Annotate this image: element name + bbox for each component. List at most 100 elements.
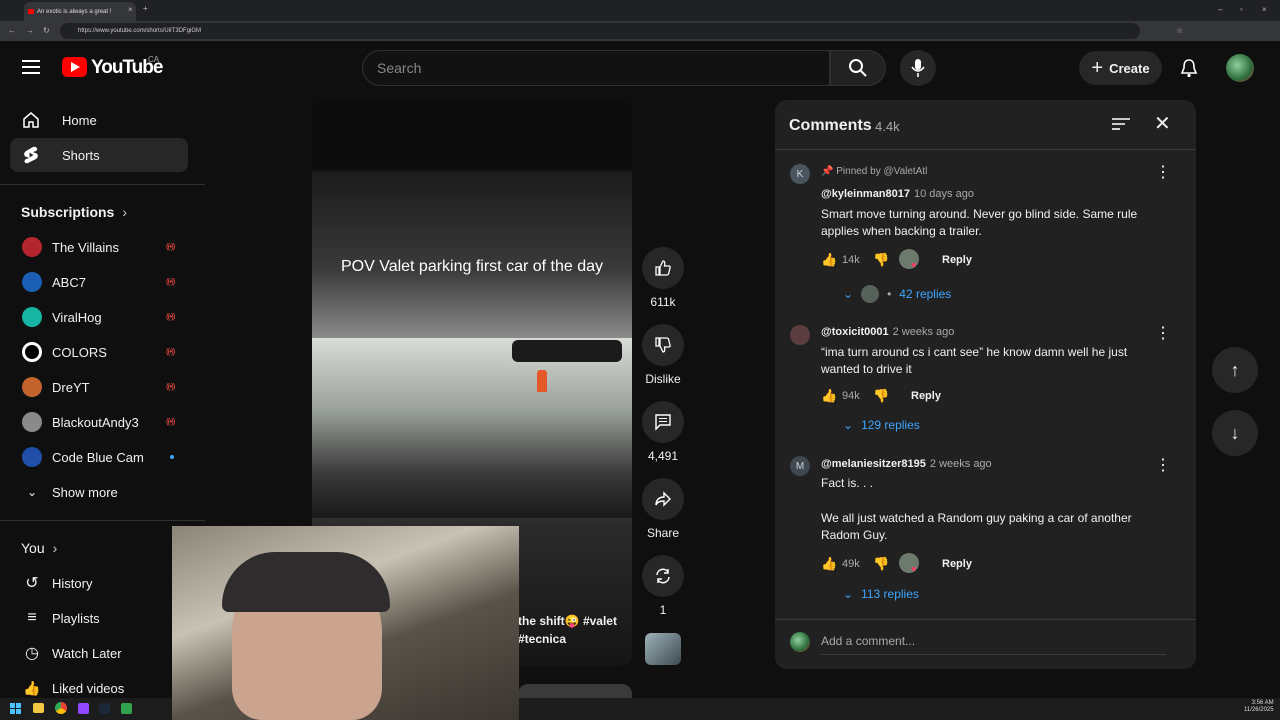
sidebar-item-history[interactable]: ↺ History (22, 568, 182, 598)
menu-icon[interactable] (22, 60, 40, 74)
comment-dislike-button[interactable]: 👎 (873, 252, 889, 268)
view-replies-button[interactable]: ⌄ 113 replies (843, 587, 919, 601)
comment-meta: @kyleinman8017 10 days ago (821, 188, 974, 200)
comments-count: 4.4k (875, 119, 900, 134)
subscription-channel[interactable]: DreYT (22, 372, 182, 402)
show-more-button[interactable]: ⌄ Show more (22, 477, 182, 507)
comment-dislike-button[interactable]: 👎 (873, 556, 889, 572)
reply-button[interactable]: Reply (942, 558, 972, 570)
subscription-channel[interactable]: ViralHog (22, 302, 182, 332)
live-indicator-icon: ((•)) (166, 417, 175, 426)
comment-icon (655, 414, 671, 431)
reload-icon[interactable]: ↻ (43, 27, 50, 35)
subscriptions-heading[interactable]: Subscriptions › (21, 204, 127, 220)
clock-time: 3:56 AM (1251, 700, 1274, 706)
search-input[interactable]: Search (362, 50, 830, 86)
sidebar-item-playlists[interactable]: ≡ Playlists (22, 603, 182, 633)
comments-button[interactable]: 4,491 (642, 401, 684, 463)
thumbs-up-icon (655, 260, 671, 276)
comment-more-icon[interactable]: ⋮ (1155, 455, 1171, 475)
twitch-icon[interactable] (78, 703, 89, 714)
voice-search-button[interactable] (900, 50, 936, 86)
next-short-preview[interactable] (518, 684, 632, 698)
remix-button[interactable]: 1 (642, 555, 684, 617)
create-button[interactable]: + Create (1079, 51, 1162, 85)
taskbar-clock[interactable]: 3:56 AM 11/26/2025 (1244, 700, 1274, 714)
sound-thumbnail[interactable] (645, 633, 681, 665)
maximize-icon[interactable]: ▫ (1240, 6, 1243, 14)
commenter-avatar[interactable]: K (790, 164, 810, 184)
comment-more-icon[interactable]: ⋮ (1155, 323, 1171, 343)
browser-tab[interactable]: An exotic is always a great ! (24, 2, 136, 21)
view-replies-button[interactable]: ⌄ • 42 replies (843, 285, 951, 303)
windows-start-icon[interactable] (10, 703, 21, 714)
reply-button[interactable]: Reply (942, 254, 972, 266)
subscription-channel[interactable]: The Villains (22, 232, 182, 262)
account-avatar[interactable] (1226, 54, 1254, 82)
playlists-icon: ≡ (27, 609, 37, 626)
window-close-icon[interactable]: × (1262, 6, 1267, 14)
comment-author[interactable]: @kyleinman8017 (821, 188, 910, 200)
add-comment-input[interactable]: Add a comment... (821, 634, 1166, 655)
sidebar-divider (0, 184, 205, 185)
notifications-bell-icon[interactable] (1180, 58, 1198, 83)
url-input[interactable]: https://www.youtube.com/shorts/UiIT3DFgi… (60, 23, 1140, 39)
subscription-channel[interactable]: BlackoutAndy3 (22, 407, 182, 437)
previous-short-button[interactable]: ↑ (1212, 347, 1258, 393)
arrow-down-icon: ↓ (1230, 422, 1240, 443)
commenter-avatar[interactable] (790, 325, 810, 345)
back-icon[interactable]: ← (8, 27, 16, 35)
heart-icon: ♥ (911, 260, 917, 270)
search-button[interactable] (830, 50, 886, 86)
browser-tab-bar (0, 0, 1280, 21)
comment-more-icon[interactable]: ⋮ (1155, 162, 1171, 182)
file-explorer-icon[interactable] (33, 703, 44, 713)
remix-count: 1 (659, 603, 667, 617)
comment-like-button[interactable]: 👍 (821, 556, 837, 572)
view-replies-button[interactable]: ⌄ 129 replies (843, 418, 920, 432)
forward-icon[interactable]: → (26, 27, 34, 35)
comment-like-button[interactable]: 👍 (821, 252, 837, 268)
comments-circle (642, 401, 684, 443)
channel-avatar (22, 272, 42, 292)
clock-date: 11/26/2025 (1244, 707, 1274, 713)
arrow-up-icon: ↑ (1230, 359, 1240, 380)
close-tab-icon[interactable]: × (128, 6, 133, 14)
sidebar-item-home[interactable]: Home (10, 103, 188, 137)
chrome-icon[interactable] (55, 702, 67, 714)
pinned-label: 📌 Pinned by @ValetAtl (821, 166, 927, 177)
sort-icon (1112, 118, 1130, 130)
dislike-button[interactable]: Dislike (642, 324, 684, 386)
subscription-channel[interactable]: COLORS (22, 337, 182, 367)
comment-like-button[interactable]: 👍 (821, 388, 837, 404)
microphone-icon (911, 59, 925, 77)
heart-icon: ♥ (911, 564, 917, 574)
channel-name: The Villains (52, 239, 119, 255)
subscription-channel[interactable]: ABC7 (22, 267, 182, 297)
sidebar-item-shorts[interactable]: Shorts (10, 138, 188, 172)
channel-avatar (22, 447, 42, 467)
minimize-icon[interactable]: – (1218, 6, 1222, 14)
like-button[interactable]: 611k (642, 247, 684, 309)
subscription-channel[interactable]: Code Blue Cam (22, 442, 182, 472)
new-tab-icon[interactable]: + (143, 5, 148, 13)
sidebar-item-watch-later[interactable]: ◷ Watch Later (22, 638, 182, 668)
bookmark-star-icon[interactable]: ☆ (1176, 27, 1183, 35)
share-button[interactable]: Share (642, 478, 684, 540)
steam-icon[interactable] (99, 703, 110, 714)
comment-time: 2 weeks ago (929, 458, 992, 470)
reply-button[interactable]: Reply (911, 390, 941, 402)
app-icon[interactable] (121, 703, 132, 714)
next-short-button[interactable]: ↓ (1212, 410, 1258, 456)
comment-dislike-button[interactable]: 👎 (873, 388, 889, 404)
panel-divider (775, 149, 1196, 150)
commenter-avatar[interactable]: M (790, 456, 810, 476)
tab-title: An exotic is always a great ! (37, 8, 112, 15)
comment-author[interactable]: @toxicit0001 (821, 326, 889, 338)
you-heading[interactable]: You › (21, 540, 57, 556)
sort-comments-button[interactable] (1112, 117, 1130, 136)
comment-author[interactable]: @melaniesitzer8195 (821, 458, 926, 470)
current-user-avatar (790, 632, 810, 652)
close-comments-button[interactable]: ✕ (1154, 114, 1171, 134)
sidebar-item-label: History (52, 575, 93, 591)
